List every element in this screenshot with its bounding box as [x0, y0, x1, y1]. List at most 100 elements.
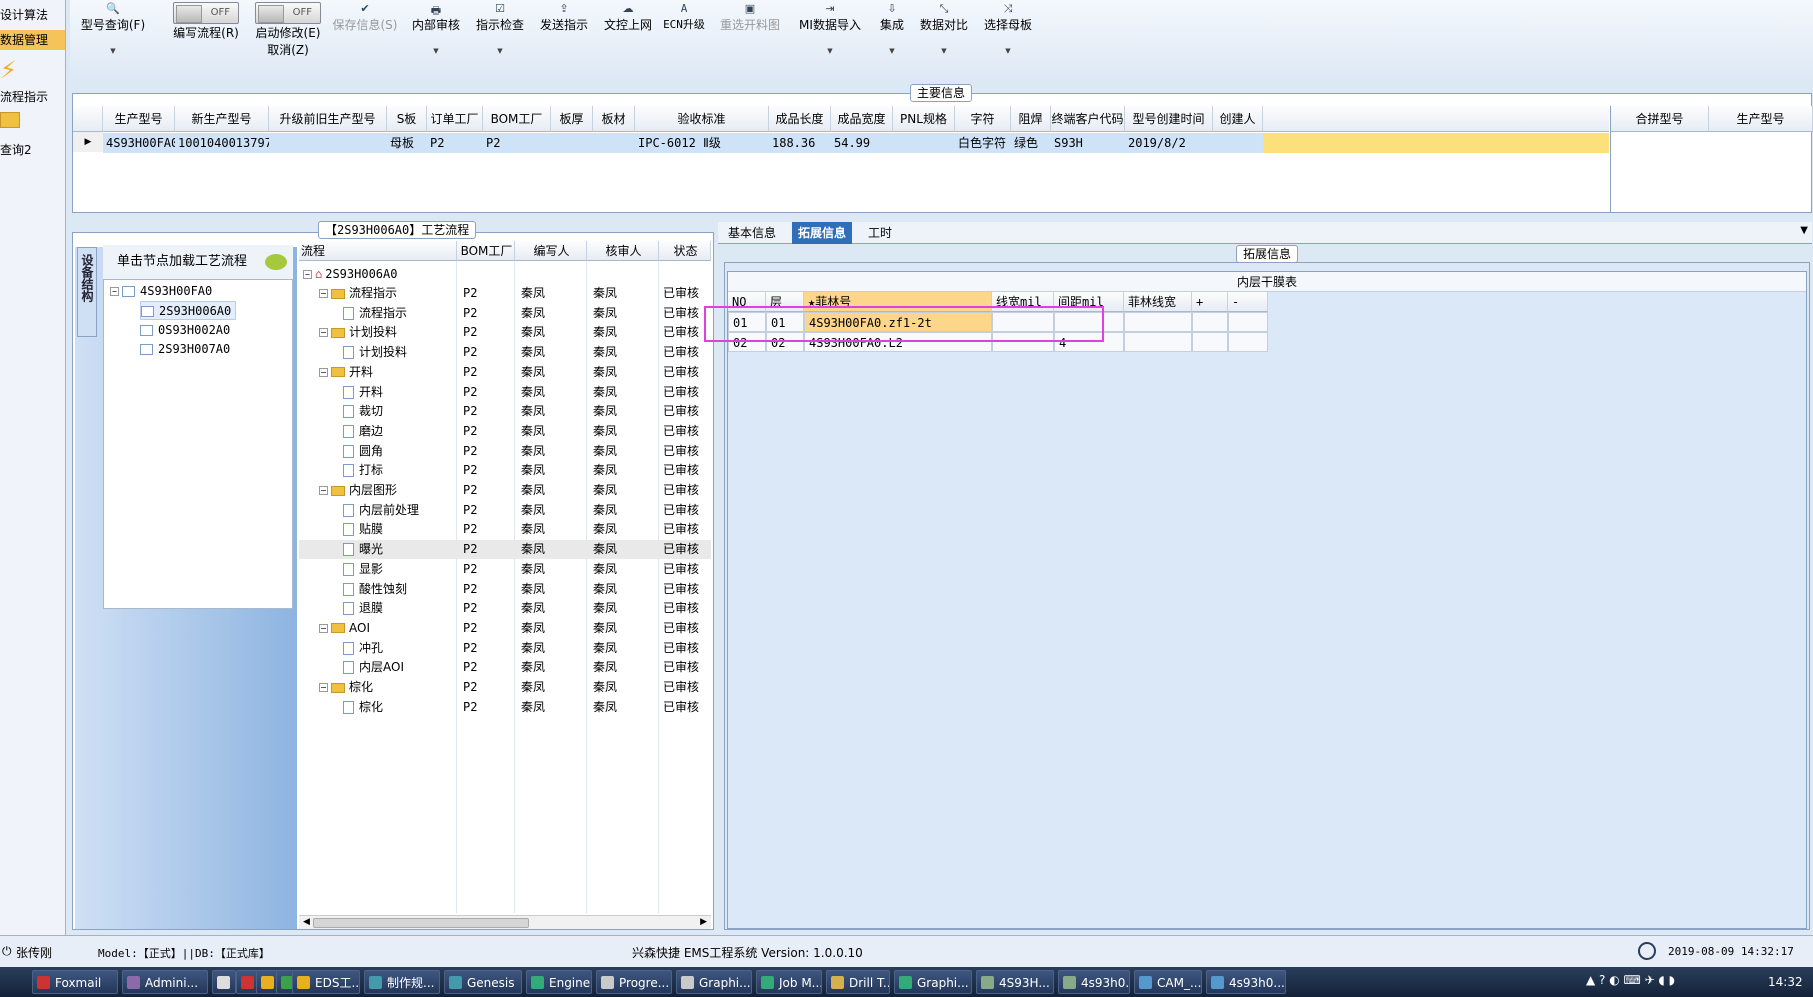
compare-button[interactable]: ⤡ 数据对比 ▼	[912, 2, 976, 55]
dropdown-icon[interactable]: ▼	[1800, 225, 1808, 236]
main-cell[interactable]: 白色字符	[955, 133, 1011, 153]
tree-node[interactable]: 2S93H006A0	[140, 301, 237, 320]
process-row[interactable]: − 棕化 P2 秦凤 秦凤 已审核	[299, 678, 711, 697]
main-col-header[interactable]: 验收标准	[635, 106, 769, 132]
taskbar-item[interactable]: Drill T...	[826, 970, 890, 994]
film-cell[interactable]	[1192, 312, 1228, 332]
taskbar-item[interactable]: Admini...	[122, 970, 208, 994]
expand-icon[interactable]: −	[319, 683, 328, 692]
process-node[interactable]: 退膜	[343, 599, 383, 618]
film-cell[interactable]	[1124, 332, 1192, 352]
instruction-check-button[interactable]: ☑ 指示检查 ▼	[468, 2, 532, 55]
taskbar-item[interactable]: Engine...	[526, 970, 592, 994]
tab-work-hours[interactable]: 工时	[862, 222, 898, 244]
tree-node[interactable]: 2S93H007A0	[140, 340, 230, 359]
expand-icon[interactable]: −	[319, 623, 328, 633]
process-node[interactable]: 开料	[343, 383, 383, 402]
row-indicator-icon[interactable]: ▶	[73, 132, 103, 152]
main-cell[interactable]: 母板	[387, 133, 427, 153]
film-cell[interactable]	[1124, 312, 1192, 332]
taskbar-item[interactable]: Graphi...	[894, 970, 972, 994]
process-node[interactable]: 曝光	[343, 540, 383, 559]
main-cell[interactable]: 2019/8/2	[1125, 133, 1213, 153]
process-row[interactable]: 开料 P2 秦凤 秦凤 已审核	[299, 383, 711, 402]
process-node[interactable]: 计划投料	[343, 343, 407, 362]
nav-item-design-algo[interactable]: 设计算法	[0, 5, 48, 25]
process-row[interactable]: 贴膜 P2 秦凤 秦凤 已审核	[299, 520, 711, 539]
process-node[interactable]: 内层AOI	[343, 658, 404, 677]
main-cell[interactable]	[1213, 133, 1263, 153]
taskbar-item[interactable]: Graphi...	[676, 970, 752, 994]
nav-item-query2[interactable]: 查询2	[0, 140, 32, 160]
process-row[interactable]: − 开料 P2 秦凤 秦凤 已审核	[299, 363, 711, 382]
expand-icon[interactable]: −	[319, 367, 328, 377]
taskbar-item[interactable]: CAM_...	[1134, 970, 1202, 994]
process-node[interactable]: − AOI	[319, 619, 370, 638]
main-col-header[interactable]: 阻焊	[1011, 106, 1051, 132]
main-col-header[interactable]: 板厚	[551, 106, 593, 132]
doc-online-button[interactable]: ☁ 文控上网	[596, 2, 660, 33]
main-cell[interactable]: 4S93H00FA0	[103, 133, 175, 153]
process-row[interactable]: 冲孔 P2 秦凤 秦凤 已审核	[299, 639, 711, 658]
main-cell[interactable]: P2	[483, 133, 551, 153]
process-col-header[interactable]: 编写人	[515, 241, 587, 261]
scroll-left-icon[interactable]: ◀	[303, 917, 310, 927]
main-cell[interactable]: P2	[427, 133, 483, 153]
main-cell[interactable]	[269, 133, 387, 153]
taskbar-item[interactable]: 4S93H...	[976, 970, 1054, 994]
write-flow-toggle[interactable]: OFF	[173, 2, 239, 24]
film-cell[interactable]	[1228, 312, 1268, 332]
main-col-header[interactable]: 型号创建时间	[1125, 106, 1213, 132]
process-node[interactable]: − 开料	[319, 363, 373, 382]
process-node[interactable]: − 内层图形	[319, 481, 397, 500]
process-row[interactable]: 磨边 P2 秦凤 秦凤 已审核	[299, 422, 711, 441]
film-col-header[interactable]: +	[1192, 292, 1228, 312]
main-col-header[interactable]: 成品宽度	[831, 106, 893, 132]
taskbar-item[interactable]: Genesis	[444, 970, 522, 994]
main-col-header[interactable]: BOM工厂	[483, 106, 551, 132]
main-cell[interactable]: S93H	[1051, 133, 1125, 153]
process-row[interactable]: − 计划投料 P2 秦凤 秦凤 已审核	[299, 323, 711, 342]
main-cell[interactable]	[551, 133, 593, 153]
process-node[interactable]: − 流程指示	[319, 284, 397, 303]
integrate-button[interactable]: ⇩ 集成 ▼	[872, 2, 912, 55]
main-col-header[interactable]: S板	[387, 106, 427, 132]
save-button[interactable]: ✔ 保存信息(S)	[322, 2, 408, 33]
main-col-header[interactable]: 板材	[593, 106, 635, 132]
process-node[interactable]: 流程指示	[343, 304, 407, 323]
taskbar-item[interactable]: Foxmail	[32, 970, 118, 994]
scroll-thumb[interactable]	[313, 918, 529, 928]
taskbar-clock[interactable]: 14:32	[1768, 975, 1803, 989]
main-cell[interactable]: 10010400137977	[175, 133, 269, 153]
tree-root[interactable]: −4S93H00FA0	[110, 282, 212, 301]
ecn-button[interactable]: A ECN升级	[656, 2, 712, 32]
horizontal-scrollbar[interactable]: ◀ ▶	[299, 915, 711, 929]
process-root-node[interactable]: − ⌂ 2S93H006A0	[303, 265, 397, 284]
taskbar-item[interactable]: Job M...	[756, 970, 822, 994]
select-mother-button[interactable]: ⤨ 选择母板 ▼	[976, 2, 1040, 55]
process-node[interactable]: − 棕化	[319, 678, 373, 697]
process-node[interactable]: 棕化	[343, 698, 383, 717]
process-node[interactable]: 内层前处理	[343, 501, 419, 520]
start-modify-toggle[interactable]: OFF	[255, 2, 321, 24]
process-row[interactable]: − 流程指示 P2 秦凤 秦凤 已审核	[299, 284, 711, 303]
process-row[interactable]: 显影 P2 秦凤 秦凤 已审核	[299, 560, 711, 579]
process-node[interactable]: 圆角	[343, 442, 383, 461]
process-node[interactable]: 贴膜	[343, 520, 383, 539]
process-node[interactable]: 裁切	[343, 402, 383, 421]
process-row[interactable]: 打标 P2 秦凤 秦凤 已审核	[299, 461, 711, 480]
main-col-header[interactable]: 新生产型号	[175, 106, 269, 132]
main-col-header[interactable]: 终端客户代码	[1051, 106, 1125, 132]
process-row[interactable]: 裁切 P2 秦凤 秦凤 已审核	[299, 402, 711, 421]
main-cell[interactable]: 188.36	[769, 133, 831, 153]
expand-icon[interactable]: −	[319, 289, 328, 298]
tab-basic-info[interactable]: 基本信息	[722, 222, 782, 244]
process-row[interactable]: 计划投料 P2 秦凤 秦凤 已审核	[299, 343, 711, 362]
film-col-header[interactable]: -	[1228, 292, 1268, 312]
film-cell[interactable]	[1192, 332, 1228, 352]
query-button[interactable]: 🔍 型号查询(F) ▼	[78, 2, 148, 55]
nav-item-flow-instruction[interactable]: 流程指示	[0, 87, 48, 107]
process-col-header[interactable]: 状态	[659, 241, 711, 261]
taskbar-item[interactable]: Progre...	[596, 970, 672, 994]
taskbar-item[interactable]: EDS工...	[292, 970, 360, 994]
